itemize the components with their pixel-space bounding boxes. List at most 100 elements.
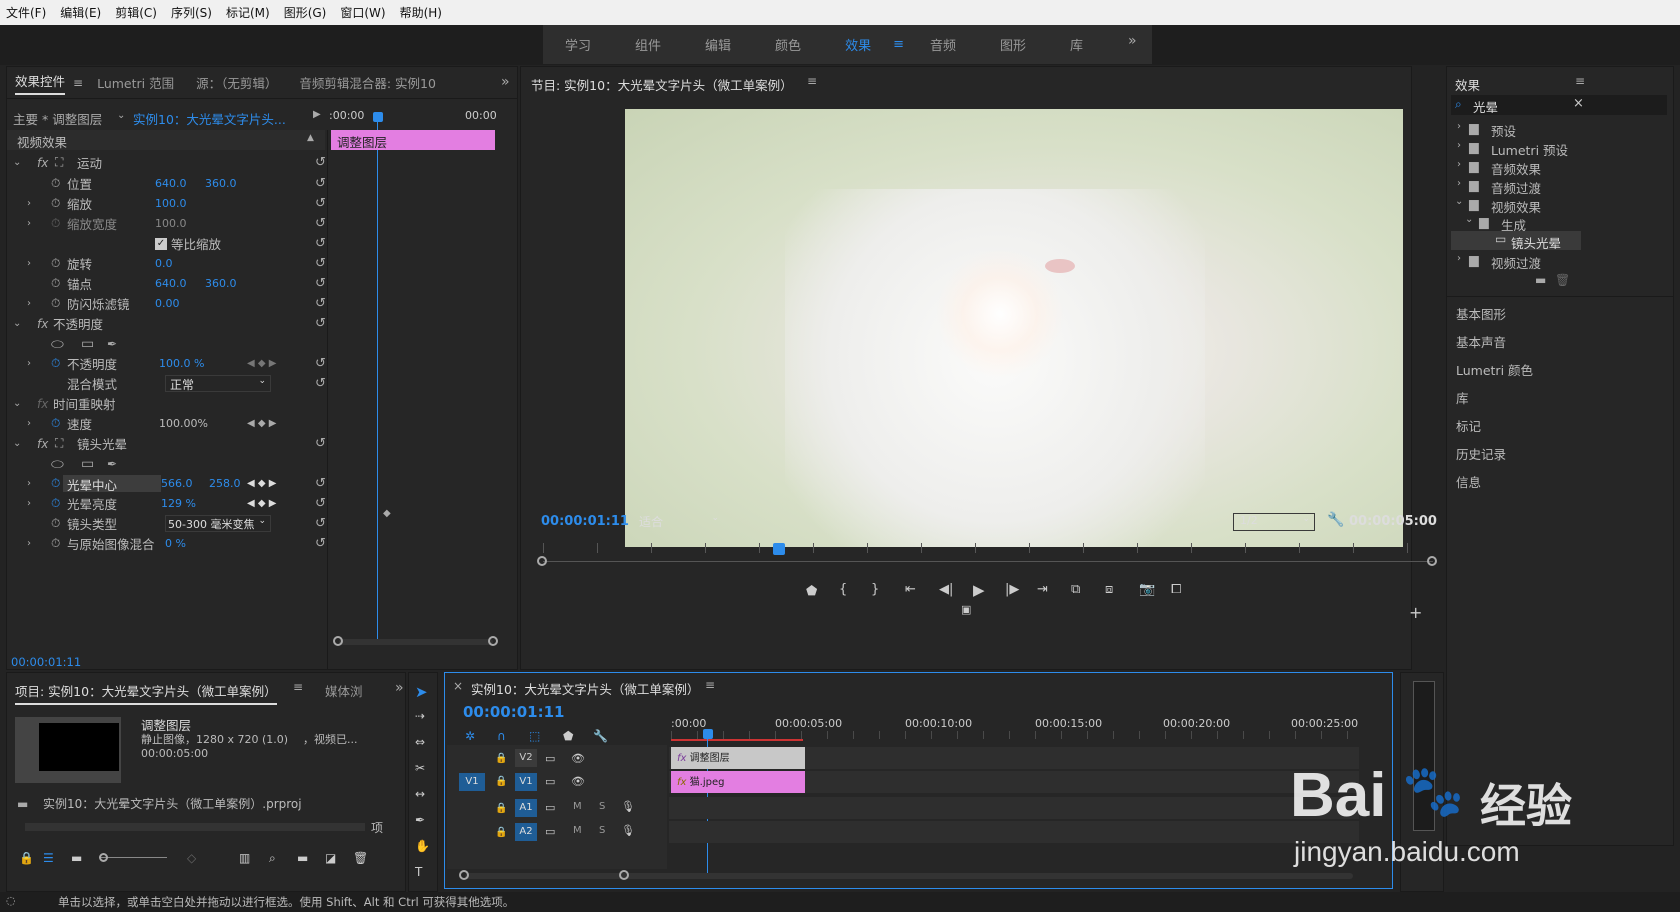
track-a2-label[interactable]: A2 [515,823,537,841]
lock-icon[interactable]: 🔒 [495,776,507,787]
stopwatch-icon[interactable]: ⏱ [51,296,60,311]
slip-tool-icon[interactable]: ↔ [415,787,425,801]
blend-original-value[interactable]: 0 % [165,537,186,550]
stopwatch-icon[interactable]: ⏱ [51,476,60,491]
extract-icon[interactable]: ⧈ [1105,582,1113,597]
mic-icon[interactable]: 🎙 [621,824,635,837]
menu-graphics[interactable]: 图形(G) [284,4,327,21]
expand-chevron-icon[interactable]: › [27,218,31,229]
link-info[interactable]: 信息 [1456,472,1481,491]
timeline-timecode[interactable]: 00:00:01:11 [463,703,565,721]
sequence-clip-label[interactable]: 实例10：大光晕文字片头... [133,109,286,128]
link-history[interactable]: 历史记录 [1456,444,1506,463]
reset-icon[interactable]: ↺ [315,516,326,531]
reset-icon[interactable]: ↺ [315,476,326,491]
stopwatch-icon[interactable]: ⏱ [51,516,60,531]
tree-video-effects[interactable]: 视频效果 [1491,197,1541,216]
stopwatch-icon[interactable]: ⏱ [51,196,60,211]
fit-select[interactable]: 适合 ⌄ [639,513,723,531]
go-to-out-icon[interactable]: ⇥ [1037,582,1048,597]
link-libraries[interactable]: 库 [1456,388,1469,407]
fx-icon[interactable]: fx [37,437,48,451]
ellipse-mask-icon[interactable]: ⬭ [51,455,64,473]
eye-icon[interactable]: 👁 [571,775,585,788]
menu-window[interactable]: 窗口(W) [340,4,385,21]
expand-chevron-icon[interactable]: › [27,198,31,209]
add-marker-icon[interactable]: ⬟ [806,584,817,599]
panel-menu-icon[interactable]: ≡ [293,680,303,694]
fx-icon[interactable]: fx [37,156,48,170]
pen-tool-icon[interactable]: ✒ [415,813,425,827]
timeline-scroll-right[interactable] [619,870,629,880]
mic-icon[interactable]: 🎙 [621,800,635,813]
lock-icon[interactable]: 🔒 [495,803,507,814]
panel-menu-icon[interactable]: ≡ [705,678,715,692]
menu-help[interactable]: 帮助(H) [400,4,442,21]
timeline-title[interactable]: 实例10：大光晕文字片头（微工单案例） [471,679,699,698]
expand-chevron-icon[interactable]: ⌄ [13,438,21,449]
anchor-x[interactable]: 640.0 [155,277,187,290]
flare-center-y[interactable]: 258.0 [209,477,241,490]
mute-button[interactable]: M [573,801,582,812]
timeline-scrollbar[interactable] [465,873,1353,879]
expand-chevron-icon[interactable]: › [27,258,31,269]
snap-icon[interactable]: ∩ [497,729,506,743]
program-timecode[interactable]: 00:00:01:11 [541,514,629,529]
play-icon[interactable]: ▶ [973,581,985,599]
reset-icon[interactable]: ↺ [315,216,326,231]
scale-value[interactable]: 100.0 [155,197,187,210]
stopwatch-icon[interactable]: ⏱ [51,536,60,551]
pen-mask-icon[interactable]: ✒ [107,457,117,471]
flicker-value[interactable]: 0.00 [155,297,180,310]
sync-lock-icon[interactable]: ▭ [545,752,555,765]
track-lane-a2[interactable] [669,821,1359,843]
zoom-slider-handle[interactable] [99,853,108,862]
tree-presets[interactable]: 预设 [1491,121,1516,140]
timeline-playhead[interactable] [703,729,713,739]
new-bin-icon[interactable]: ▬ [297,851,308,865]
close-icon[interactable]: × [453,679,463,693]
eye-icon[interactable]: 👁 [571,752,585,765]
reset-icon[interactable]: ↺ [315,176,326,191]
stopwatch-icon[interactable]: ⏱ [51,356,60,371]
position-x[interactable]: 640.0 [155,177,187,190]
expand-chevron-icon[interactable]: › [1457,159,1461,170]
program-scrub-bar[interactable] [543,561,1433,562]
stopwatch-icon[interactable]: ⏱ [51,176,60,191]
add-button-icon[interactable]: + [1409,603,1422,622]
link-lumetri-color[interactable]: Lumetri 颜色 [1456,360,1533,379]
track-v2-label[interactable]: V2 [515,749,537,767]
lock-icon[interactable]: 🔒 [19,851,34,865]
ws-editing[interactable]: 编辑 [683,35,753,54]
track-lane-a1[interactable] [669,797,1359,819]
scroll-handle-left[interactable] [333,636,343,646]
menu-marker[interactable]: 标记(M) [226,4,270,21]
ripple-edit-icon[interactable]: ⇔ [415,735,425,749]
nest-icon[interactable]: ✲ [465,729,475,743]
tab-effect-controls[interactable]: 效果控件 [15,71,66,95]
flare-brightness-value[interactable]: 129 % [161,497,196,510]
rect-mask-icon[interactable]: ▭ [81,336,94,352]
link-markers[interactable]: 标记 [1456,416,1481,435]
resolution-select[interactable]: 1/2 ⌄ [1233,513,1315,531]
clip-thumbnail[interactable] [15,717,121,783]
find-icon[interactable]: ⌕ [269,851,276,866]
razor-tool-icon[interactable]: ✂ [415,761,425,775]
expand-chevron-icon[interactable]: › [1457,121,1461,132]
link-essential-graphics[interactable]: 基本图形 [1456,304,1506,323]
stopwatch-icon[interactable]: ⏱ [51,416,60,431]
tab-media-browser[interactable]: 媒体浏 [325,681,363,700]
reset-icon[interactable]: ↺ [315,496,326,511]
collapse-chevron-icon[interactable]: ⌄ [1465,214,1473,225]
blend-mode-select[interactable]: 正常 ⌄ [165,375,271,392]
type-tool-icon[interactable]: T [415,865,422,879]
step-forward-icon[interactable]: |▶ [1005,582,1019,597]
reset-icon[interactable]: ↺ [315,236,326,251]
stopwatch-icon[interactable]: ⏱ [51,276,60,291]
overflow-chevron-icon[interactable]: » [1128,33,1137,49]
export-frame-icon[interactable]: 📷 [1139,582,1155,597]
tab-source[interactable]: 源：（无剪辑） [196,73,277,92]
tree-video-transitions[interactable]: 视频过渡 [1491,253,1541,272]
effects-search[interactable]: ⌕ 光晕 × [1451,95,1667,115]
ws-audio[interactable]: 音频 [908,35,978,54]
